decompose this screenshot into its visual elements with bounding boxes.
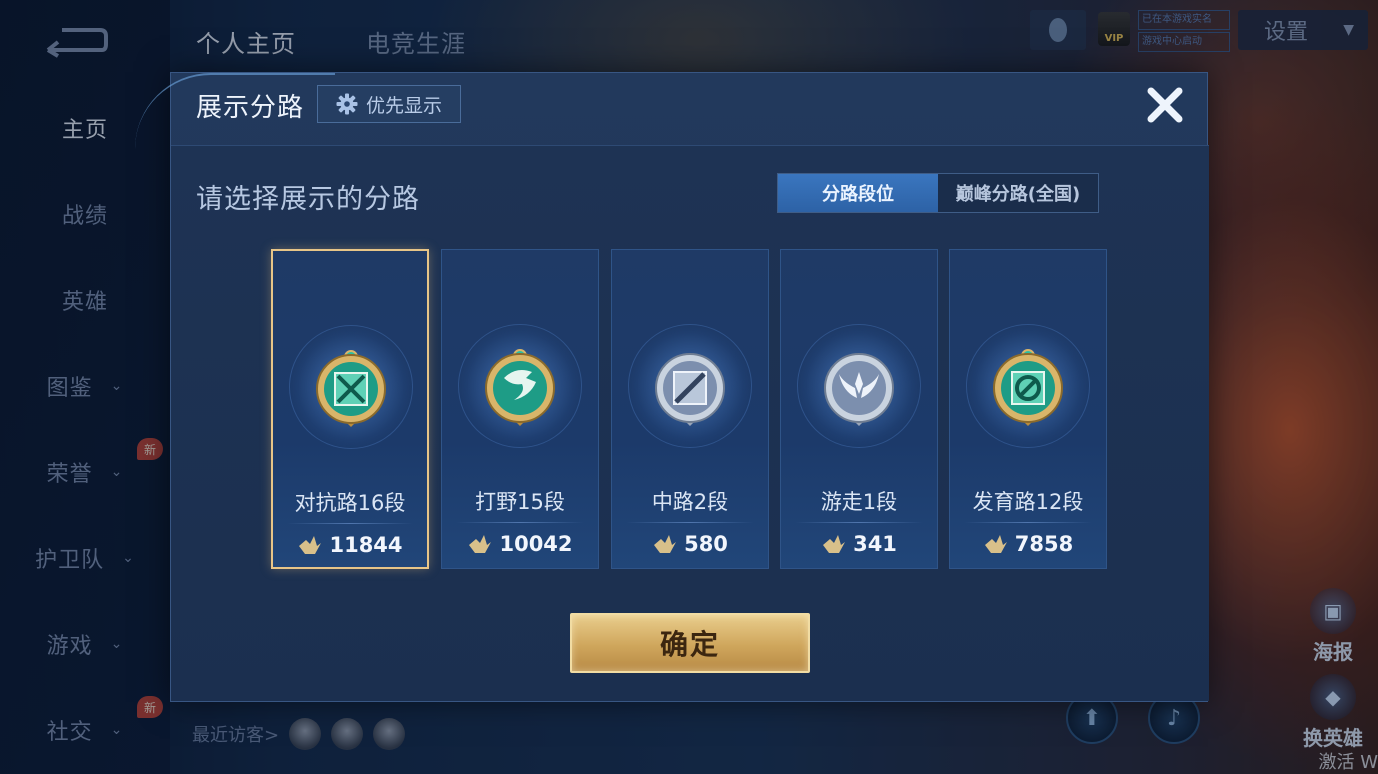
s-rune-icon [993,349,1063,426]
lane-score-value: 7858 [1014,532,1074,556]
dialog-title: 展示分路 [196,93,305,123]
lane-name: 中路2段 [651,490,729,514]
lane-score: 580 [612,532,768,556]
priority-display-label: 优先显示 [365,94,442,117]
slash-icon [655,353,725,426]
lane-card-mid[interactable]: 中路2段 580 [611,249,769,569]
close-button[interactable] [1141,81,1189,129]
crossed-swords-icon [316,350,386,427]
lane-score-value: 580 [684,532,728,556]
lane-tab-switch: 分路段位 巅峰分路(全国) [777,173,1099,213]
priority-display-button[interactable]: 优先显示 [317,85,461,123]
rank-points-icon [299,536,322,554]
lane-score-value: 11844 [329,533,403,557]
lane-card-top[interactable]: 对抗路16段 11844 [271,249,429,569]
close-icon [1147,87,1183,123]
tab-peak-lane[interactable]: 巅峰分路(全国) [938,174,1098,212]
rank-points-icon [984,535,1007,553]
divider [456,522,584,523]
divider [795,522,923,523]
lane-name: 打野15段 [475,490,565,514]
rank-points-icon [823,535,846,553]
lane-card-adc[interactable]: 发育路12段 7858 [949,249,1107,569]
lane-score: 7858 [950,532,1106,556]
wings-icon [824,353,894,426]
lane-score-value: 341 [853,532,897,556]
divider [964,522,1092,523]
lane-name: 发育路12段 [972,490,1084,514]
divider [287,523,413,524]
gear-icon [336,93,358,115]
divider [626,522,754,523]
dragon-icon [485,349,555,426]
lane-display-dialog: 展示分路 优先显示 请选择展示的分路 分路段位 巅峰分路(全国) 对抗路16段 … [135,72,1209,702]
lane-score: 341 [781,532,937,556]
rank-points-icon [469,535,492,553]
tab-lane-rank[interactable]: 分路段位 [778,174,938,212]
lane-card-roam[interactable]: 游走1段 341 [780,249,938,569]
lane-score: 11844 [273,533,427,557]
rank-points-icon [654,535,677,553]
lane-score: 10042 [442,532,598,556]
dialog-subtitle: 请选择展示的分路 [196,184,420,215]
lane-card-jungle[interactable]: 打野15段 10042 [441,249,599,569]
confirm-button[interactable]: 确定 [570,613,810,673]
lane-name: 对抗路16段 [294,491,406,515]
lane-score-value: 10042 [499,532,573,556]
lane-name: 游走1段 [820,490,898,514]
